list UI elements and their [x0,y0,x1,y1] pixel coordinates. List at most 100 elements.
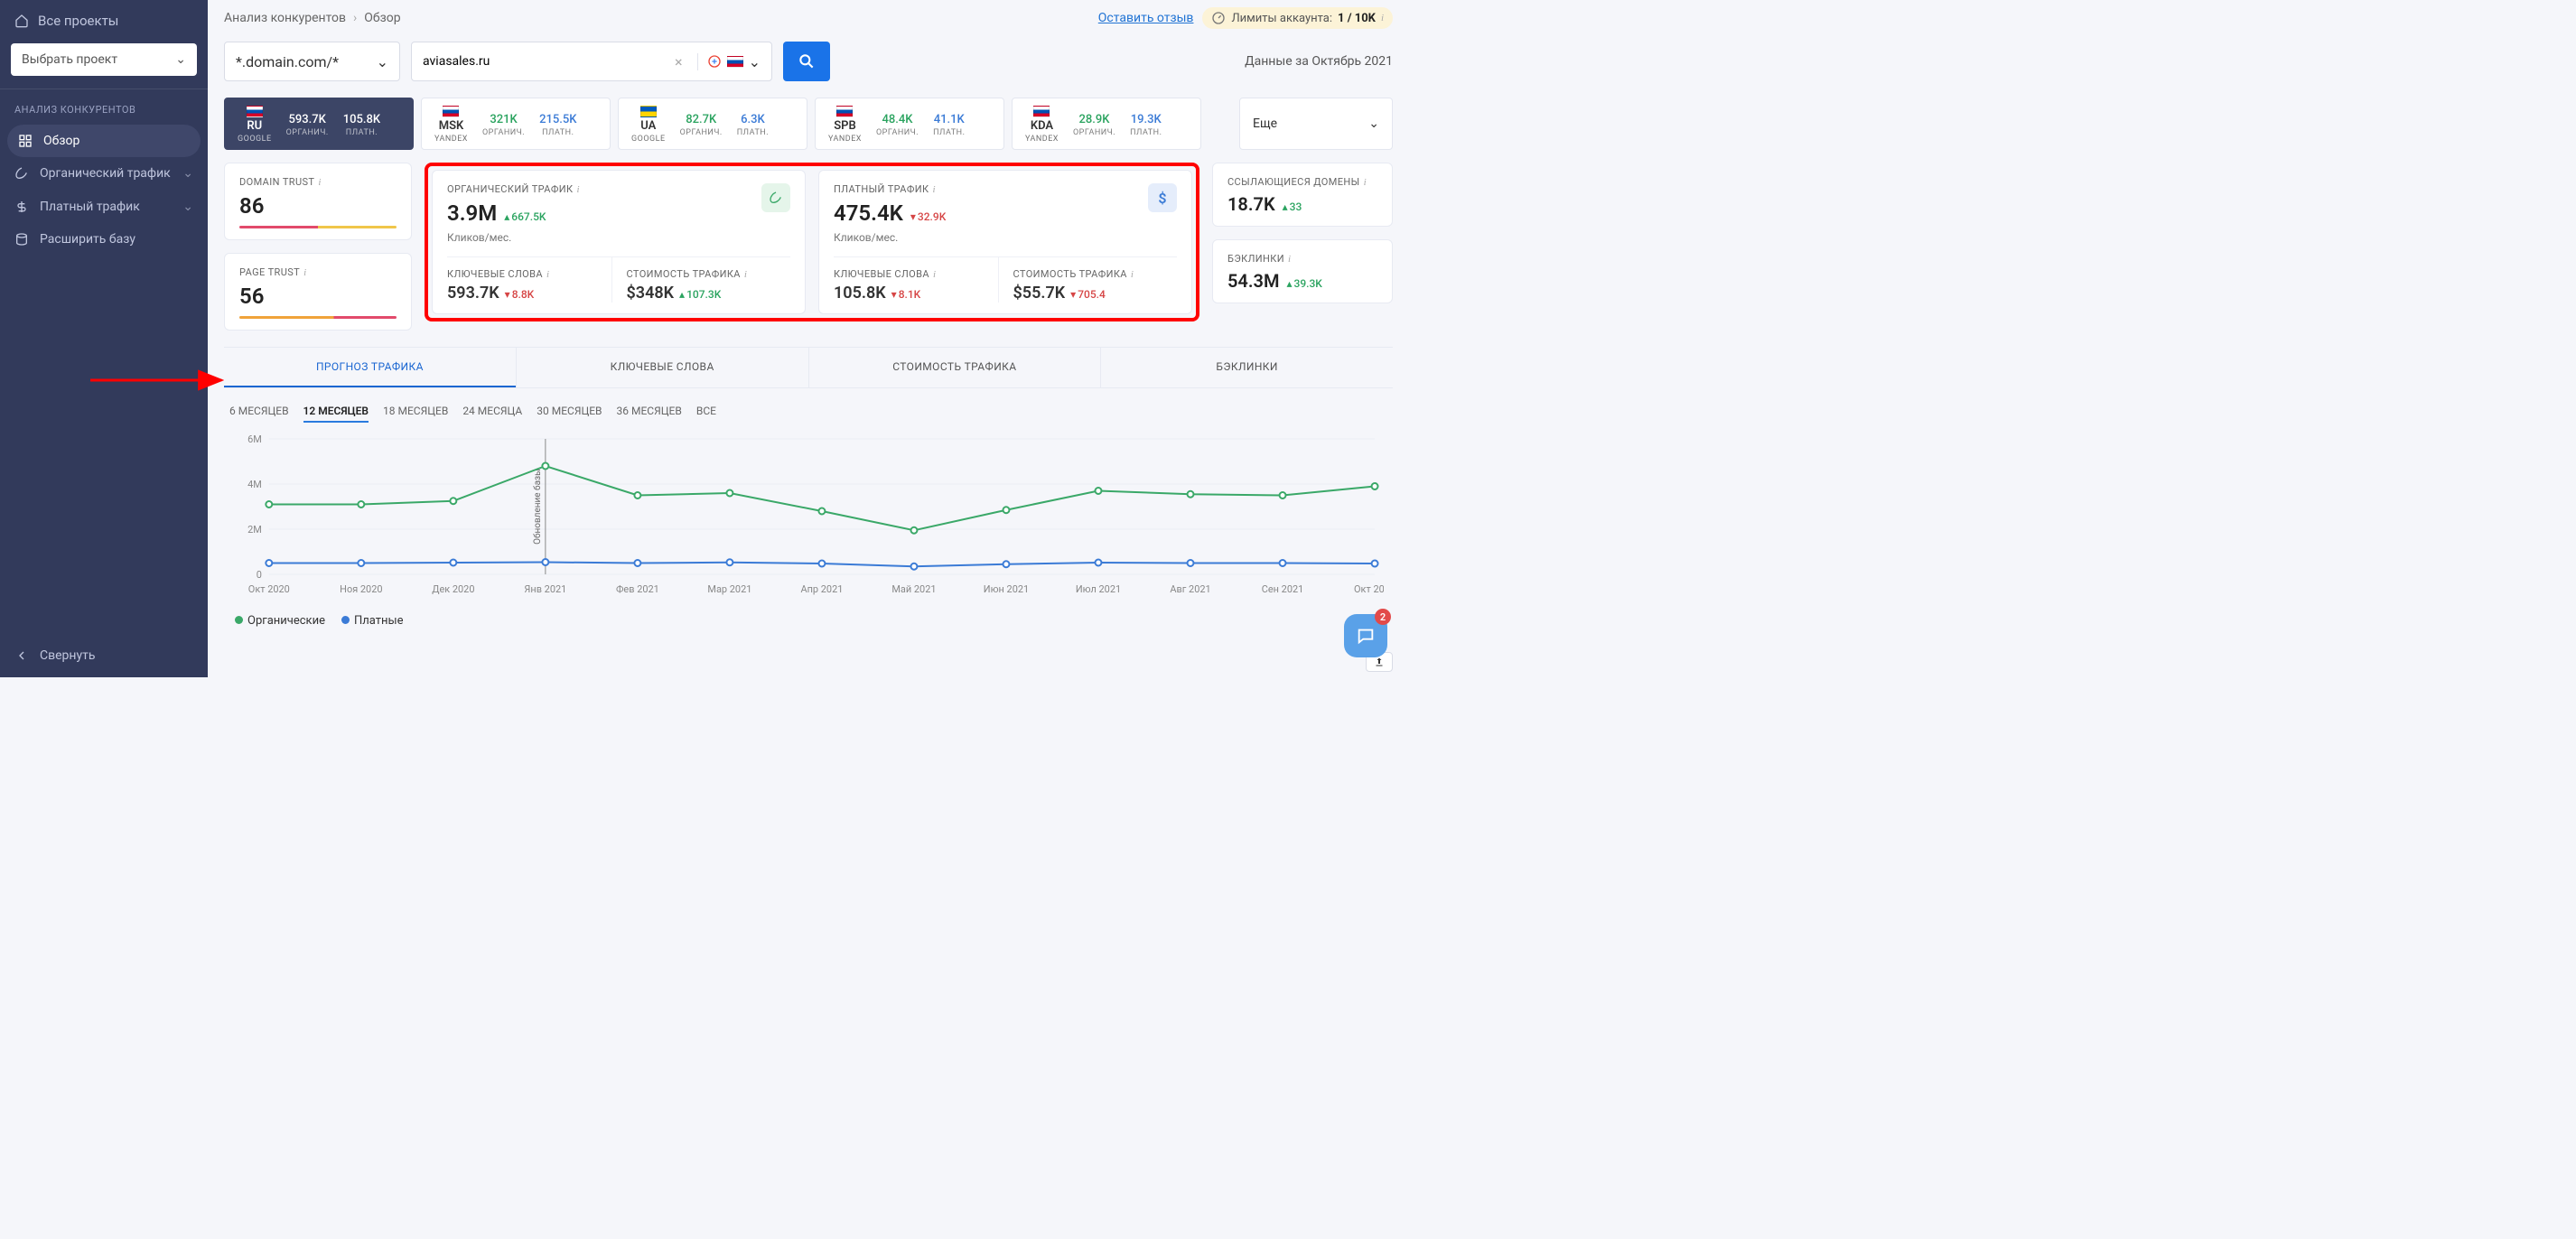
info-icon: i [1364,177,1367,188]
delta: 705.4 [1070,288,1106,301]
sub-label: Кликов/мес. [834,231,946,244]
info-icon: i [1381,13,1384,23]
period-option[interactable]: 12 МЕСЯЦЕВ [303,401,369,423]
card-title: СТОИМОСТЬ ТРАФИКА [1013,268,1127,280]
clear-icon[interactable]: × [669,53,688,70]
svg-text:Окт 2021: Окт 2021 [1354,583,1384,595]
referring-domains-card[interactable]: ССЫЛАЮЩИЕСЯ ДОМЕНЫi 18.7K33 [1212,163,1393,227]
collapse-label: Свернуть [40,648,95,663]
grid-icon [18,134,33,148]
delta: 8.8K [505,288,535,301]
sidebar-item-paid[interactable]: Платный трафик ⌄ [0,191,208,223]
card-title: PAGE TRUST [239,266,300,278]
svg-text:2M: 2M [247,524,262,536]
legend-item[interactable]: Органические [235,614,325,628]
home-icon [14,14,29,28]
limits-value: 1 / 10K [1338,12,1376,25]
kw-value: 105.8K [834,284,886,303]
legend-item[interactable]: Платные [341,614,404,628]
domain-trust-card[interactable]: DOMAIN TRUSTi 86 [224,163,412,240]
domain-pattern-value: *.domain.com/* [236,53,339,70]
period-option[interactable]: ВСЕ [696,401,716,423]
delta: 667.5K [504,210,546,223]
svg-text:Янв 2021: Янв 2021 [524,583,566,595]
tab-ключевые-слова[interactable]: КЛЮЧЕВЫЕ СЛОВА [516,348,808,387]
dollar-icon [14,200,29,214]
page-trust-card[interactable]: PAGE TRUSTi 56 [224,253,412,331]
card-title: ОРГАНИЧЕСКИЙ ТРАФИК [447,183,573,195]
svg-text:Дек 2020: Дек 2020 [432,583,474,595]
card-title: ССЫЛАЮЩИЕСЯ ДОМЕНЫ [1227,176,1360,188]
project-select[interactable]: Выбрать проект ⌄ [11,43,197,76]
breadcrumb-current: Обзор [364,11,400,25]
more-regions-button[interactable]: Еще⌄ [1239,98,1393,150]
chevron-down-icon: ⌄ [175,52,186,67]
tab-бэклинки[interactable]: БЭКЛИНКИ [1100,348,1393,387]
sidebar-item-overview[interactable]: Обзор [7,125,201,157]
organic-traffic-card[interactable]: ОРГАНИЧЕСКИЙ ТРАФИКi 3.9M667.5K Кликов/м… [432,170,806,314]
flag-ru-icon [727,56,743,68]
svg-text:Фев 2021: Фев 2021 [616,583,659,595]
paid-traffic-card[interactable]: ПЛАТНЫЙ ТРАФИКi 475.4K32.9K Кликов/мес. … [818,170,1192,314]
period-option[interactable]: 30 МЕСЯЦЕВ [537,401,602,423]
account-limits-badge[interactable]: Лимиты аккаунта: 1 / 10K i [1202,7,1393,29]
svg-text:0: 0 [257,569,262,581]
kw-value: 593.7K [447,284,499,303]
flag-icon [247,106,263,117]
chat-badge: 2 [1375,609,1391,625]
database-icon [14,232,29,247]
sidebar-item-organic[interactable]: Органический трафик ⌄ [0,157,208,191]
domain-pattern-select[interactable]: *.domain.com/* ⌄ [224,42,400,81]
paid-value: 475.4K [834,200,903,226]
info-icon: i [933,269,936,280]
search-input-wrap: × ⌄ [411,42,772,81]
period-option[interactable]: 18 МЕСЯЦЕВ [383,401,448,423]
info-icon: i [1131,269,1134,280]
svg-text:Ноя 2020: Ноя 2020 [340,583,382,595]
svg-text:6M: 6M [247,433,262,445]
region-card-spb[interactable]: SPBYANDEX 48.4KОРГАНИЧ. 41.1KПЛАТН. [815,98,1004,150]
search-engine-select[interactable]: ⌄ [697,53,761,70]
delta: 39.3K [1286,277,1321,290]
trust-bar [239,226,397,228]
search-button[interactable] [783,42,830,81]
feedback-link[interactable]: Оставить отзыв [1098,11,1194,25]
region-card-kda[interactable]: KDAYANDEX 28.9KОРГАНИЧ. 19.3KПЛАТН. [1012,98,1201,150]
sidebar-item-expand-db[interactable]: Расширить базу [0,223,208,256]
period-option[interactable]: 36 МЕСЯЦЕВ [617,401,682,423]
info-icon: i [318,177,321,188]
upload-icon [1374,657,1385,667]
period-option[interactable]: 24 МЕСЯЦА [462,401,522,423]
limits-label: Лимиты аккаунта: [1231,12,1332,25]
google-icon [707,54,722,69]
backlinks-value: 54.3M [1227,270,1279,292]
sidebar-item-label: Органический трафик [40,166,171,182]
breadcrumb-sep: › [353,11,357,25]
flag-icon [443,106,459,117]
delta: 8.1K [891,288,921,301]
tab-стоимость-трафика[interactable]: СТОИМОСТЬ ТРАФИКА [808,348,1101,387]
region-card-ua[interactable]: UAGOOGLE 82.7KОРГАНИЧ. 6.3KПЛАТН. [618,98,807,150]
sub-label: Кликов/мес. [447,231,580,244]
info-icon: i [303,267,306,278]
chat-button[interactable]: 2 [1344,614,1387,657]
all-projects-link[interactable]: Все проекты [0,0,208,36]
card-title: СТОИМОСТЬ ТРАФИКА [627,268,741,280]
svg-text:Июн 2021: Июн 2021 [984,583,1029,595]
info-icon: i [546,269,549,280]
highlighted-traffic-block: ОРГАНИЧЕСКИЙ ТРАФИКi 3.9M667.5K Кликов/м… [425,163,1199,321]
backlinks-card[interactable]: БЭКЛИНКИi 54.3M39.3K [1212,239,1393,303]
period-option[interactable]: 6 МЕСЯЦЕВ [229,401,289,423]
sidebar-item-label: Обзор [43,134,79,148]
svg-text:Апр 2021: Апр 2021 [800,583,843,595]
svg-text:Авг 2021: Авг 2021 [1170,583,1210,595]
card-title: БЭКЛИНКИ [1227,253,1284,265]
domain-search-input[interactable] [423,54,660,69]
breadcrumb-root[interactable]: Анализ конкурентов [224,11,346,25]
arrow-left-icon [14,648,29,663]
collapse-sidebar-button[interactable]: Свернуть [0,634,208,677]
region-card-msk[interactable]: MSKYANDEX 321KОРГАНИЧ. 215.5KПЛАТН. [421,98,611,150]
tab-прогноз-трафика[interactable]: ПРОГНОЗ ТРАФИКА [224,348,516,387]
flag-icon [640,106,657,117]
region-card-ru[interactable]: RUGOOGLE 593.7KОРГАНИЧ. 105.8KПЛАТН. [224,98,414,150]
